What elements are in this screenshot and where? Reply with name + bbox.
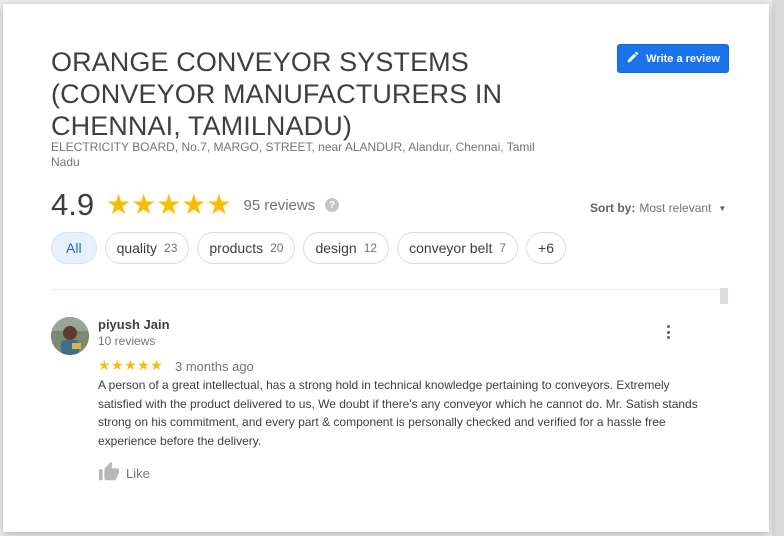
chip-label: +6: [538, 240, 555, 256]
avatar[interactable]: [51, 317, 89, 355]
rating-summary: 4.9 ★★★★★ 95 reviews ?: [51, 187, 340, 223]
chip-products[interactable]: products 20: [197, 232, 296, 264]
rating-value: 4.9: [51, 187, 95, 222]
divider: [51, 289, 729, 290]
write-review-button[interactable]: Write a review: [617, 44, 729, 73]
review-text: A person of a great intellectual, has a …: [98, 378, 698, 448]
chip-label: conveyor belt: [409, 240, 493, 256]
reviews-dialog: ORANGE CONVEYOR SYSTEMS (CONVEYOR MANUFA…: [3, 4, 769, 532]
chip-label: quality: [116, 240, 158, 256]
chip-all[interactable]: All: [51, 232, 97, 264]
sort-label: Sort by:: [590, 201, 636, 215]
topic-chips: All quality 23 products 20 design 12 con…: [51, 232, 567, 264]
business-title: ORANGE CONVEYOR SYSTEMS (CONVEYOR MANUFA…: [51, 47, 503, 141]
sort-dropdown[interactable]: Sort by: Most relevant ▼: [590, 201, 726, 215]
reviews-count: 95 reviews: [243, 196, 316, 214]
chip-more[interactable]: +6: [526, 232, 567, 264]
rating-stars: ★★★★★: [106, 189, 232, 220]
reviewer-review-count: 10 reviews: [98, 334, 156, 348]
chevron-down-icon: ▼: [718, 203, 727, 213]
pencil-icon: [626, 50, 640, 67]
write-review-label: Write a review: [646, 52, 720, 65]
chip-count: 23: [164, 241, 178, 255]
chip-conveyor-belt[interactable]: conveyor belt 7: [397, 232, 519, 264]
review-stars: ★★★★★: [98, 357, 164, 373]
chip-label: products: [209, 240, 264, 256]
page-scrollbar-track: [772, 0, 784, 536]
sort-value: Most relevant: [639, 201, 712, 215]
like-button[interactable]: Like: [98, 461, 150, 486]
like-label: Like: [126, 466, 150, 481]
chip-design[interactable]: design 12: [303, 232, 390, 264]
chip-quality[interactable]: quality 23: [104, 232, 190, 264]
thumbs-up-icon: [98, 461, 120, 486]
reviewer-name[interactable]: piyush Jain: [98, 317, 170, 332]
more-vert-icon[interactable]: [660, 322, 676, 342]
chip-count: 7: [499, 241, 507, 255]
reviews-scrollbar-thumb[interactable]: [720, 288, 728, 304]
chip-label: design: [315, 240, 357, 256]
review-time: 3 months ago: [175, 359, 254, 374]
help-icon[interactable]: ?: [325, 198, 340, 212]
chip-count: 12: [363, 241, 378, 255]
chip-count: 20: [270, 241, 284, 255]
chip-label: All: [66, 240, 82, 256]
business-address: ELECTRICITY BOARD, No.7, MARGO, STREET, …: [51, 140, 535, 169]
